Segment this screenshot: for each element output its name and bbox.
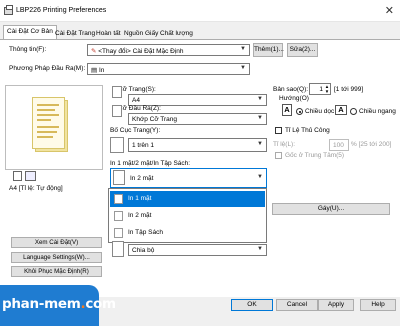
page-size-value: A4 — [132, 97, 140, 104]
copies-spinner[interactable]: ▲ ▼ — [324, 84, 330, 94]
two-sided-icon — [114, 211, 123, 221]
page-size-label: Cỡ Trang(S): — [118, 86, 156, 93]
landscape-label: Chiều ngang — [359, 108, 396, 115]
output-method-label: Phương Pháp Đầu Ra(M): — [9, 65, 86, 72]
brand-logo: phan-mem.com — [2, 296, 116, 312]
duplex-option-two-sided[interactable]: In 2 mặt — [110, 208, 265, 224]
gutter-button[interactable]: Gáy(U)... — [272, 203, 390, 215]
chevron-down-icon: ▼ — [257, 246, 263, 252]
view-settings-button[interactable]: Xem Cài Đặt(V) — [11, 237, 102, 248]
pencil-icon: ✎ — [91, 48, 97, 55]
center-origin-label: Gốc ở Trung Tâm(5) — [285, 152, 345, 159]
one-sided-icon — [114, 194, 123, 204]
chevron-down-icon: ▼ — [257, 174, 263, 180]
scale-label: Tỉ lệ(L): — [273, 141, 296, 148]
preview-caption: A4 [Tỉ lệ: Tự động] — [9, 185, 63, 192]
duplex-option-label: In Tập Sách — [128, 229, 163, 236]
duplex-dropdown: In 1 mặt In 2 mặt In Tập Sách — [108, 188, 267, 243]
add-profile-button[interactable]: Thêm(1)... — [253, 43, 284, 57]
layout-icon — [110, 137, 124, 153]
manual-scaling-label: Tỉ Lệ Thủ Công — [285, 127, 330, 134]
chevron-down-icon: ▼ — [240, 46, 246, 52]
duplex-value: In 2 mặt — [130, 175, 154, 182]
tab-basic[interactable]: Cài Đặt Cơ Bản — [3, 25, 57, 40]
layout-label: Bố Cục Trang(Y): — [110, 127, 161, 134]
page-size-icon — [112, 86, 122, 98]
window-title: LBP226 Printing Preferences — [16, 7, 107, 14]
chevron-down-icon: ▼ — [240, 65, 246, 71]
output-size-value: Khớp Cỡ Trang — [132, 116, 178, 123]
collate-select[interactable]: Chia bộ ▼ — [128, 244, 267, 256]
help-button[interactable]: Help — [360, 299, 396, 311]
print-icon: ▤ — [91, 67, 98, 74]
duplex-icon — [113, 170, 125, 185]
scale-unit: % [25 tới 200] — [351, 141, 392, 148]
chevron-down-icon: ▼ — [257, 96, 263, 102]
manual-scaling-checkbox[interactable] — [275, 127, 282, 134]
duplex-label: In 1 mặt/2 mặt/In Tập Sách: — [110, 160, 191, 167]
printer-icon — [4, 5, 13, 15]
copies-label: Bản sao(Q): — [273, 86, 309, 93]
edit-profile-button[interactable]: Sửa(2)... — [287, 43, 318, 57]
booklet-icon — [114, 228, 123, 238]
view-page-icon[interactable] — [13, 171, 22, 181]
portrait-icon: A — [282, 104, 292, 116]
chevron-down-icon: ▼ — [257, 115, 263, 121]
portrait-label: Chiều dọc — [305, 108, 335, 115]
orientation-label: Hướng(O) — [279, 95, 309, 102]
duplex-option-label: In 1 mặt — [128, 195, 152, 202]
collate-value: Chia bộ — [132, 247, 155, 254]
duplex-option-one-sided[interactable]: In 1 mặt — [110, 191, 265, 207]
profile-select[interactable]: ✎ <Thay đổi> Cài Đặt Mặc Định ▼ — [87, 44, 250, 56]
close-icon[interactable]: ✕ — [385, 4, 394, 17]
preview-page — [32, 97, 65, 149]
portrait-radio[interactable] — [296, 108, 303, 115]
landscape-icon: A — [335, 105, 347, 115]
output-size-icon — [112, 105, 122, 117]
duplex-option-label: In 2 mặt — [128, 212, 152, 219]
output-method-value: In — [98, 67, 105, 74]
scale-value: 100 — [333, 142, 344, 149]
landscape-radio[interactable] — [350, 108, 357, 115]
copies-value: 1 — [319, 86, 323, 93]
duplex-option-booklet[interactable]: In Tập Sách — [110, 225, 265, 241]
layout-value: 1 trên 1 — [132, 142, 155, 149]
collate-icon — [112, 241, 124, 257]
output-size-label: Cỡ Đầu Ra(Z): — [118, 105, 161, 112]
profile-label: Thông tin(F): — [9, 46, 47, 53]
output-size-select[interactable]: Khớp Cỡ Trang ▼ — [128, 113, 267, 125]
ok-button[interactable]: OK — [231, 299, 273, 311]
view-printer-icon[interactable] — [25, 171, 36, 181]
restore-defaults-button[interactable]: Khôi Phục Mặc Định(R) — [11, 266, 102, 277]
cancel-button[interactable]: Cancel — [276, 299, 318, 311]
center-origin-checkbox[interactable] — [275, 152, 282, 159]
copies-range: [1 tới 999] — [334, 86, 364, 93]
profile-value: <Thay đổi> Cài Đặt Mặc Định — [98, 48, 184, 55]
language-settings-button[interactable]: Language Settings(W)... — [11, 252, 102, 263]
scale-input[interactable]: 100 — [329, 139, 349, 151]
apply-button[interactable]: Apply — [318, 299, 354, 311]
duplex-select[interactable]: In 2 mặt ▼ — [110, 168, 267, 188]
layout-select[interactable]: 1 trên 1 ▼ — [128, 138, 267, 152]
tab-bar: Cài Đặt Cơ Bản Cài Đặt Trang Hoàn tất Ng… — [0, 22, 400, 40]
output-method-select[interactable]: ▤ In ▼ — [87, 63, 250, 75]
chevron-down-icon: ▼ — [257, 141, 263, 147]
